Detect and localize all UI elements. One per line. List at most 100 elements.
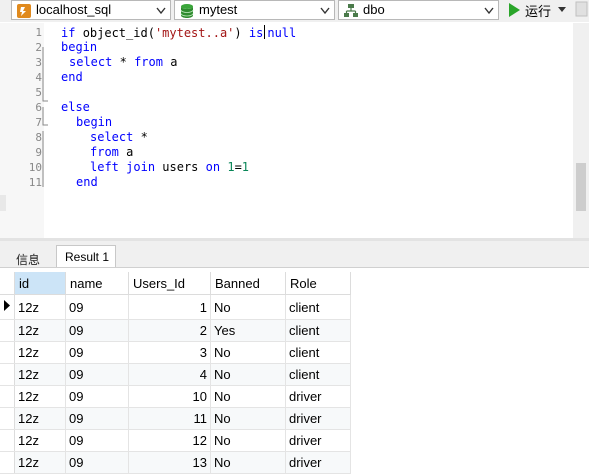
schema-select[interactable]: dbo [338,0,499,20]
cell-banned[interactable]: No [210,429,286,452]
cell-role[interactable]: driver [285,407,351,430]
column-header-banned[interactable]: Banned [210,272,286,295]
cell-role[interactable]: driver [285,385,351,408]
code-line-3: select * from a [69,55,178,69]
tab-info[interactable]: 信息 [8,245,56,267]
run-button[interactable]: 运行 [503,0,573,20]
row-indicator[interactable] [0,363,15,386]
line-number: 1 [35,26,42,39]
line-number: 3 [35,56,42,69]
tab-result-1[interactable]: Result 1 [56,245,116,267]
cell-id[interactable]: 12z [14,407,66,430]
cell-role[interactable]: client [285,341,351,364]
run-dropdown-icon[interactable] [558,7,566,13]
table-row[interactable]: 12z 09 13 No driver [0,451,351,474]
chevron-down-icon [484,7,494,15]
cell-name[interactable]: 09 [65,429,129,452]
scrollbar-thumb[interactable] [576,163,586,211]
schema-name: dbo [363,2,385,17]
cell-banned[interactable]: No [210,451,286,474]
cell-users-id[interactable]: 4 [128,363,211,386]
cell-banned[interactable]: No [210,363,286,386]
line-number: 5 [35,86,42,99]
cell-id[interactable]: 12z [14,319,66,342]
cell-users-id[interactable]: 12 [128,429,211,452]
editor-left-marker [0,195,6,211]
chevron-down-icon [156,7,166,15]
table-row[interactable]: 12z 09 4 No client [0,363,351,386]
code-line-2: begin [61,40,98,54]
cell-banned[interactable]: No [210,341,286,364]
row-indicator[interactable] [0,385,15,408]
column-header-role[interactable]: Role [285,272,351,295]
cell-users-id[interactable]: 13 [128,451,211,474]
cell-id[interactable]: 12z [14,451,66,474]
code-line-7: begin [76,115,113,129]
current-row-arrow-icon [4,300,10,311]
row-indicator[interactable] [0,429,15,452]
text-caret [264,25,266,39]
table-row[interactable]: 12z 09 2 Yes client [0,319,351,342]
cell-banned[interactable]: No [210,385,286,408]
row-indicator[interactable] [0,407,15,430]
line-number: 2 [35,41,42,54]
cell-users-id[interactable]: 2 [128,319,211,342]
database-icon [180,4,194,18]
cell-role[interactable]: driver [285,451,351,474]
table-row[interactable]: 12z 09 10 No driver [0,385,351,408]
code-line-11: end [76,175,98,189]
column-header-id[interactable]: id [14,272,66,295]
code-line-8: select * [90,130,148,144]
table-row[interactable]: 12z 09 11 No driver [0,407,351,430]
code-line-4: end [61,70,83,84]
cell-id[interactable]: 12z [14,363,66,386]
row-indicator[interactable] [0,341,15,364]
cell-id[interactable]: 12z [14,429,66,452]
line-number: 8 [35,131,42,144]
toolbar-overflow[interactable] [574,0,589,18]
cell-users-id[interactable]: 11 [128,407,211,430]
result-grid[interactable]: id name Users_Id Banned Role 12z 09 1 No cli… [0,272,351,474]
cell-name[interactable]: 09 [65,385,129,408]
cell-role[interactable]: driver [285,429,351,452]
cell-id[interactable]: 12z [14,385,66,408]
connection-name: localhost_sql [36,2,112,17]
cell-id[interactable]: 12z [14,341,66,364]
database-name: mytest [199,2,238,17]
cell-name[interactable]: 09 [65,294,129,320]
line-number: 9 [35,146,42,159]
cell-name[interactable]: 09 [65,407,129,430]
cell-role[interactable]: client [285,363,351,386]
connection-icon [17,4,31,18]
sql-editor[interactable]: 1 2 3 4 5 6 7 8 9 10 11 if object_id('my… [0,23,573,238]
cell-name[interactable]: 09 [65,451,129,474]
row-indicator[interactable] [0,319,15,342]
cell-banned[interactable]: No [210,294,286,320]
cell-users-id[interactable]: 10 [128,385,211,408]
cell-banned[interactable]: Yes [210,319,286,342]
cell-banned[interactable]: No [210,407,286,430]
cell-users-id[interactable]: 1 [128,294,211,320]
row-indicator[interactable] [0,451,15,474]
column-header-users-id[interactable]: Users_Id [128,272,211,295]
row-indicator[interactable] [0,294,15,320]
cell-name[interactable]: 09 [65,319,129,342]
code-line-6: else [61,100,90,114]
cell-name[interactable]: 09 [65,363,129,386]
database-select[interactable]: mytest [174,0,335,20]
editor-vertical-scrollbar[interactable] [573,23,589,240]
table-row[interactable]: 12z 09 1 No client [0,294,351,320]
cell-users-id[interactable]: 3 [128,341,211,364]
cell-role[interactable]: client [285,319,351,342]
cell-id[interactable]: 12z [14,294,66,320]
cell-role[interactable]: client [285,294,351,320]
table-row[interactable]: 12z 09 3 No client [0,341,351,364]
code-fold-markers [42,47,48,187]
line-number: 6 [35,101,42,114]
cell-name[interactable]: 09 [65,341,129,364]
chevron-down-icon [320,7,330,15]
connection-select[interactable]: localhost_sql [11,0,171,20]
table-row[interactable]: 12z 09 12 No driver [0,429,351,452]
line-number: 4 [35,71,42,84]
column-header-name[interactable]: name [65,272,129,295]
